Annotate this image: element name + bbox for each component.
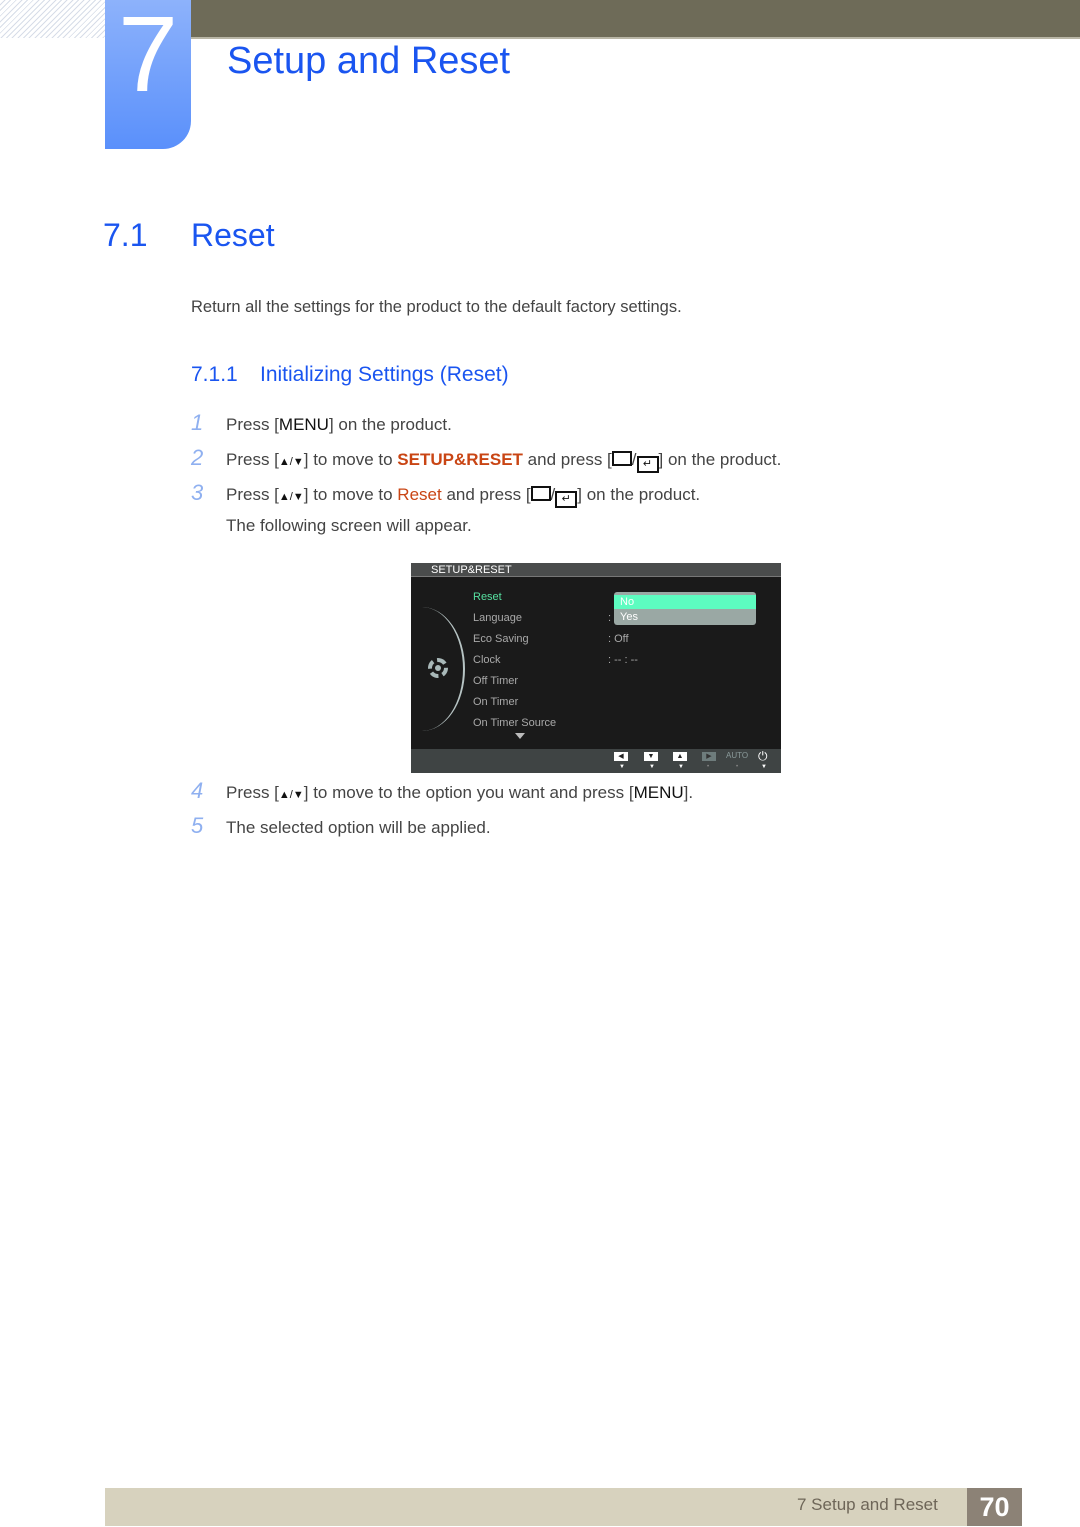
step-number: 2: [191, 445, 204, 470]
chapter-tab: 7: [105, 0, 191, 149]
up-down-arrows-icon: ▲/▼: [278, 789, 304, 801]
menu-key: MENU: [278, 415, 329, 434]
step-5: 5 The selected option will be applied.: [191, 813, 491, 838]
chapter-top-bar: [190, 0, 1080, 39]
pin-indicator: ▼: [649, 764, 655, 770]
chapter-number: 7: [117, 0, 179, 114]
subsection-number: 7.1.1: [191, 363, 238, 386]
menu-arc: [379, 607, 465, 731]
pin-indicator: ▼: [678, 764, 684, 770]
page-number: 70: [967, 1488, 1022, 1526]
step-number: 4: [191, 778, 204, 803]
left-button-icon[interactable]: ◀: [614, 752, 628, 761]
source-icon: [611, 451, 632, 466]
pin-indicator: ▼: [761, 764, 767, 770]
step-note: The following screen will appear.: [226, 516, 472, 535]
osd-item-language[interactable]: Language: [473, 612, 522, 624]
gear-icon: [428, 658, 448, 678]
setup-reset-highlight: SETUP&RESET: [397, 450, 523, 469]
footer-chapter-label: 7 Setup and Reset: [797, 1495, 938, 1514]
source-icon: [530, 486, 551, 501]
osd-item-eco-saving[interactable]: Eco Saving: [473, 633, 529, 645]
up-button-icon[interactable]: ▲: [673, 752, 687, 761]
up-down-arrows-icon: ▲/▼: [278, 456, 304, 468]
up-down-arrows-icon: ▲/▼: [278, 491, 304, 503]
osd-item-reset[interactable]: Reset: [473, 591, 502, 603]
section-title: Reset: [191, 217, 275, 253]
osd-header: SETUP&RESET: [411, 563, 781, 577]
pin-indicator: •: [736, 764, 739, 770]
osd-item-on-timer[interactable]: On Timer: [473, 696, 518, 708]
step-1: 1 Press [MENU] on the product.: [191, 410, 452, 435]
language-value: :: [608, 612, 612, 624]
osd-item-on-timer-source[interactable]: On Timer Source: [473, 717, 556, 729]
step-4: 4 Press [▲/▼] to move to the option you w…: [191, 778, 694, 803]
pin-indicator: •: [707, 764, 710, 770]
osd-button-bar: ◀ ▼ ▲ ▶ AUTO ⏻ ▼ ▼ ▼ • • ▼: [411, 749, 781, 773]
reset-dropdown[interactable]: No Yes: [614, 592, 756, 625]
eco-saving-value: : Off: [608, 633, 629, 645]
reset-highlight: Reset: [397, 485, 442, 504]
clock-value: : -- : --: [608, 654, 638, 666]
step-number: 5: [191, 813, 204, 838]
option-no[interactable]: No: [614, 595, 756, 609]
down-button-icon[interactable]: ▼: [644, 752, 658, 761]
power-icon[interactable]: ⏻: [758, 749, 768, 764]
section-intro: Return all the settings for the product …: [191, 298, 682, 316]
osd-item-clock[interactable]: Clock: [473, 654, 501, 666]
enter-icon: ↵: [636, 456, 659, 473]
option-yes[interactable]: Yes: [614, 610, 756, 624]
step-3: 3 Press [▲/▼] to move to Reset and press …: [191, 480, 700, 508]
step-2: 2 Press [▲/▼] to move to SETUP&RESET and …: [191, 445, 781, 473]
auto-button[interactable]: AUTO: [726, 751, 748, 760]
pin-indicator: ▼: [619, 764, 625, 770]
enter-icon: ↵: [555, 491, 578, 508]
menu-key: MENU: [633, 783, 684, 802]
step-number: 3: [191, 480, 204, 505]
decorative-hatch: [0, 0, 105, 38]
osd-item-off-timer[interactable]: Off Timer: [473, 675, 518, 687]
step-number: 1: [191, 410, 204, 435]
subsection-title: Initializing Settings (Reset): [260, 363, 509, 386]
osd-screen: SETUP&RESET Reset Language Eco Saving Cl…: [411, 563, 781, 773]
chapter-title: Setup and Reset: [227, 40, 511, 82]
section-number: 7.1: [103, 217, 148, 253]
scroll-down-icon: [515, 733, 525, 739]
enter-button-icon[interactable]: ▶: [702, 752, 716, 761]
